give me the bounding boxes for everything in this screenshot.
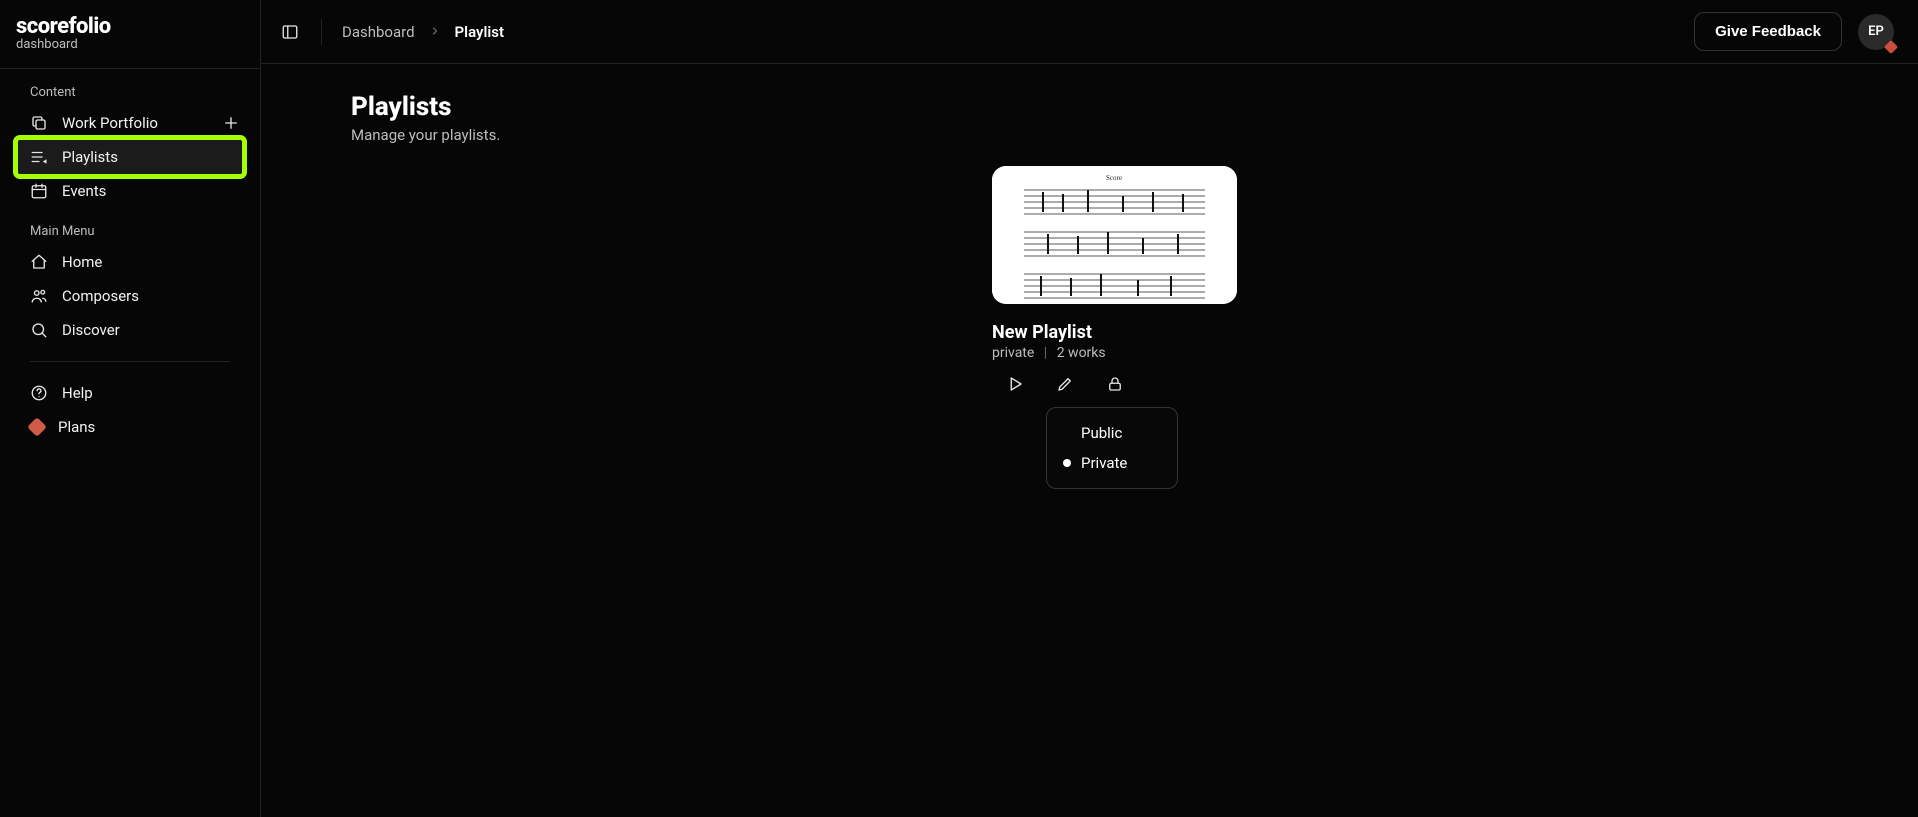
sidebar-item-discover[interactable]: Discover [0,313,260,347]
avatar[interactable]: EP [1858,14,1894,50]
meta-separator: | [1044,345,1047,361]
visibility-option-private[interactable]: Private [1047,448,1177,478]
brand-name: scorefolio [16,14,244,39]
bullet-icon [1063,459,1071,467]
sidebar: scorefolio dashboard Content Work Portfo… [0,0,261,817]
brand-block[interactable]: scorefolio dashboard [0,14,260,66]
sidebar-item-label: Work Portfolio [62,114,158,132]
bullet-icon [1063,429,1071,437]
playlist-icon [30,148,48,166]
sidebar-divider [30,361,230,362]
sidebar-item-composers[interactable]: Composers [0,279,260,313]
sidebar-item-label: Help [62,384,93,402]
play-icon[interactable] [1006,375,1024,393]
brand-subtitle: dashboard [16,37,244,52]
sidebar-item-playlists[interactable]: Playlists [18,140,242,174]
sidebar-section-main-menu: Main Menu [0,208,260,245]
sidebar-item-plans[interactable]: Plans [0,410,260,444]
plans-icon [27,417,47,437]
breadcrumb: Dashboard Playlist [342,23,504,41]
page-subtitle: Manage your playlists. [351,126,1878,144]
lock-icon[interactable] [1106,375,1124,393]
sidebar-item-label: Plans [58,418,95,436]
sidebar-section-content: Content [0,69,260,106]
playlist-card-title: New Playlist [992,322,1237,343]
visibility-option-label: Public [1081,424,1122,442]
visibility-popover: Public Private [1046,407,1178,489]
search-icon [30,321,48,339]
sidebar-item-help[interactable]: Help [0,376,260,410]
playlist-card[interactable]: Score New Playlist private | 2 works [992,166,1237,489]
plus-icon[interactable] [222,114,240,132]
sidebar-item-label: Discover [62,321,120,339]
chevron-right-icon [429,23,441,41]
visibility-option-public[interactable]: Public [1047,418,1177,448]
page-title: Playlists [351,92,1878,122]
people-icon [30,287,48,305]
breadcrumb-current: Playlist [455,23,504,41]
copy-icon [30,114,48,132]
sidebar-item-label: Composers [62,287,139,305]
topbar: Dashboard Playlist Give Feedback EP [261,0,1918,64]
playlist-thumbnail[interactable]: Score [992,166,1237,304]
playlist-visibility: private [992,345,1034,361]
playlist-card-actions [992,375,1237,393]
panel-left-icon [281,21,299,43]
calendar-icon [30,182,48,200]
playlist-works-count: 2 works [1057,345,1106,361]
sidebar-item-label: Events [62,182,106,200]
playlist-card-meta: private | 2 works [992,345,1237,361]
breadcrumb-dashboard[interactable]: Dashboard [342,23,415,41]
sidebar-item-label: Home [62,253,102,271]
help-icon [30,384,48,402]
sidebar-item-home[interactable]: Home [0,245,260,279]
topbar-divider [321,19,322,45]
avatar-initials: EP [1868,24,1884,39]
sidebar-item-label: Playlists [62,148,118,166]
main-content: Playlists Manage your playlists. [261,64,1918,817]
edit-icon[interactable] [1056,375,1074,393]
sidebar-item-work-portfolio[interactable]: Work Portfolio [0,106,260,140]
visibility-option-label: Private [1081,454,1127,472]
svg-text:Score: Score [1106,174,1122,182]
panel-toggle-button[interactable] [279,21,301,43]
home-icon [30,253,48,271]
give-feedback-button[interactable]: Give Feedback [1694,12,1842,51]
sidebar-item-events[interactable]: Events [0,174,260,208]
